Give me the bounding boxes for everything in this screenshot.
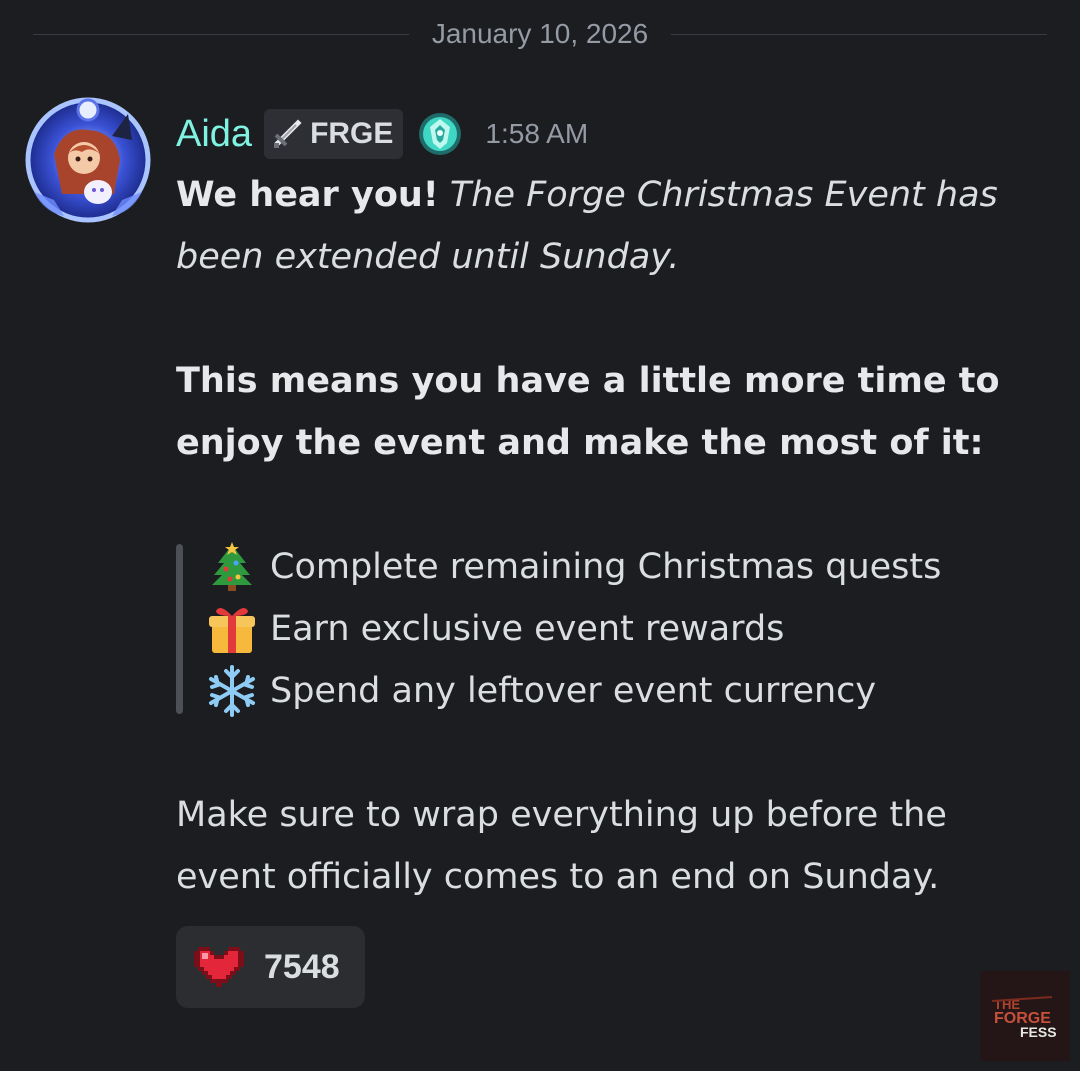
sword-icon [272, 115, 306, 153]
bold-intro: We hear you! [176, 175, 439, 215]
server-tag[interactable]: FRGE [264, 109, 404, 159]
gift-icon [204, 601, 260, 657]
svg-text:FESS: FESS [1020, 1024, 1057, 1040]
quote-item: Earn exclusive event rewards [204, 598, 1056, 660]
christmas-tree-icon [204, 539, 260, 595]
quote-item-text: Earn exclusive event rewards [270, 609, 785, 649]
author-name[interactable]: Aida [176, 108, 252, 160]
closing-line-1: Make sure to wrap everything up before t… [176, 795, 947, 835]
message-header: Aida FRGE 1:58 AM [176, 108, 588, 160]
quote-item: Complete remaining Christmas quests [204, 536, 1056, 598]
date-divider: January 10, 2026 [33, 14, 1048, 54]
closing-line-2: event officially comes to an end on Sund… [176, 857, 940, 897]
message-view: January 10, 2026 Aida FRGE 1:58 AM We he… [0, 0, 1080, 1071]
quote-item: Spend any leftover event currency [204, 660, 1056, 722]
paragraph-2-line-1: This means you have a little more time t… [176, 361, 1000, 401]
quote-item-text: Complete remaining Christmas quests [270, 547, 942, 587]
block-quote: Complete remaining Christmas quests Earn… [176, 536, 1056, 722]
divider-line-left [33, 33, 409, 35]
divider-line-right [671, 33, 1048, 35]
message-line-2: been extended until Sunday. [176, 237, 680, 277]
message-line-1: We hear you! The Forge Christmas Event h… [176, 164, 1056, 226]
message-content: We hear you! The Forge Christmas Event h… [176, 164, 1056, 908]
italic-announcement: The Forge Christmas Event has [449, 175, 998, 215]
server-tag-label: FRGE [310, 117, 394, 150]
teal-crest-icon[interactable] [417, 111, 463, 157]
reaction-count: 7548 [264, 947, 340, 986]
reaction-button[interactable]: 7548 [176, 926, 365, 1008]
divider-date: January 10, 2026 [431, 18, 649, 49]
snowflake-icon [204, 663, 260, 719]
paragraph-2-line-2: enjoy the event and make the most of it: [176, 423, 984, 463]
forge-fess-logo: THE FORGE FESS [980, 971, 1070, 1061]
message-timestamp[interactable]: 1:58 AM [485, 118, 588, 150]
pixel-heart-icon [192, 941, 246, 993]
avatar[interactable] [24, 96, 152, 224]
quote-item-text: Spend any leftover event currency [270, 671, 877, 711]
